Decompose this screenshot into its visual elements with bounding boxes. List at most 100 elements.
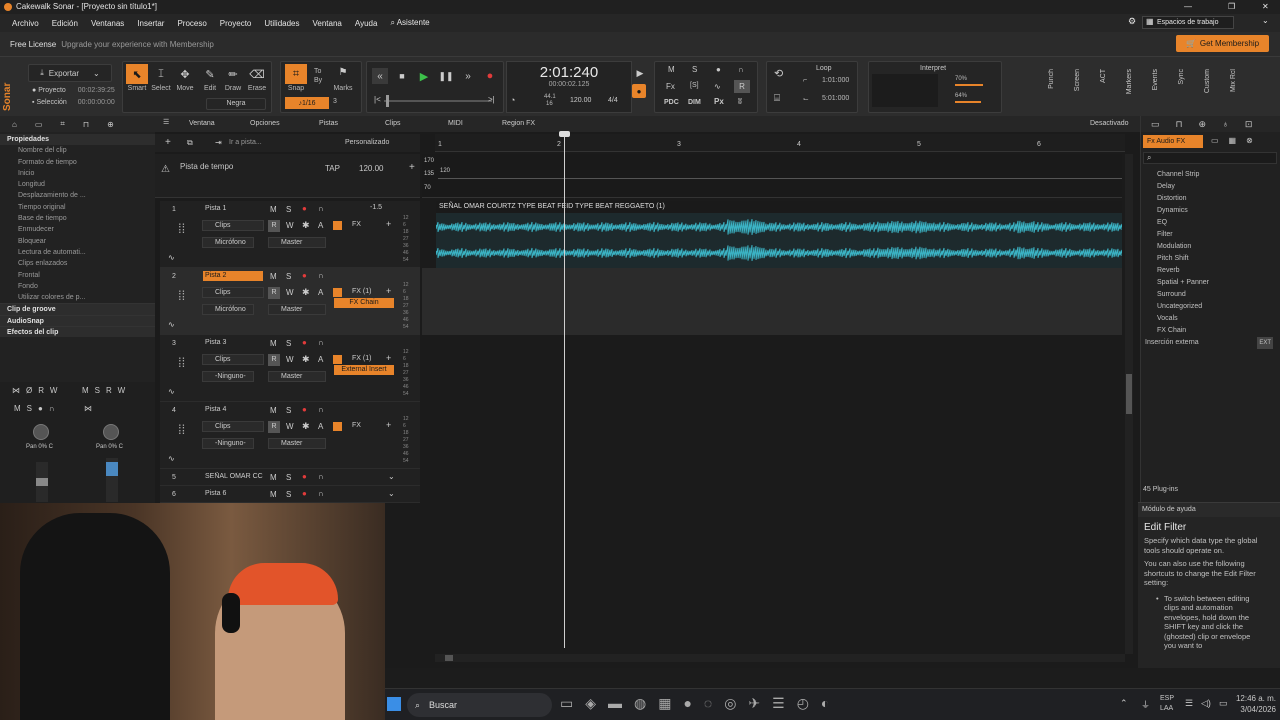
automation-icon[interactable]: A <box>318 221 323 230</box>
freeze-icon[interactable]: ✱ <box>302 354 310 365</box>
move-tool-icon[interactable]: ✥ <box>176 64 194 84</box>
rewind-button[interactable]: « <box>372 68 388 84</box>
side-module-screen[interactable]: Screen <box>1074 69 1081 91</box>
track-name[interactable]: Pista 6 <box>203 489 263 499</box>
inspector-tab-icon-2[interactable]: ▭ <box>35 120 43 129</box>
output-select[interactable]: Master <box>268 371 326 382</box>
plugin-category[interactable]: Spatial + Panner <box>1141 277 1280 289</box>
track-header[interactable]: 4 Pista 4 M S ● ∩ ⁞⁞ Clips R W ✱ A -Ninguno- Master FX… <box>160 402 420 469</box>
fx-bin-label[interactable]: FX <box>352 422 361 429</box>
loop-toggle-icon[interactable]: ⟲ <box>774 67 783 80</box>
tray-chevron-icon[interactable]: ⌃ <box>1120 698 1128 709</box>
inspector-item[interactable]: Base de tiempo <box>0 213 155 224</box>
mix-w-icon[interactable]: ʬ <box>738 97 742 106</box>
pause-button[interactable]: ❚❚ <box>438 68 454 84</box>
freeze-icon[interactable]: ✱ <box>302 421 310 432</box>
track-menu-pistas[interactable]: Pistas <box>319 120 338 127</box>
read-button[interactable]: R <box>268 220 280 232</box>
tempo-lane[interactable]: 170 135 70 120 <box>422 154 1122 198</box>
read-button[interactable]: R <box>268 421 280 433</box>
plugin-category[interactable]: Dynamics <box>1141 205 1280 217</box>
write-button[interactable]: W <box>286 422 294 431</box>
edit-filter-icon[interactable]: ∿ <box>168 253 175 262</box>
inspector-section-audiosnap[interactable]: AudioSnap <box>0 314 155 327</box>
menu-ventanas[interactable]: Ventanas <box>91 19 124 28</box>
loop-end[interactable]: 5:01:000 <box>822 95 849 102</box>
playhead[interactable] <box>564 134 565 648</box>
clips-select[interactable]: Clips <box>202 421 264 432</box>
menu-edicion[interactable]: Edición <box>52 19 78 28</box>
plugin-category[interactable]: Modulation <box>1141 241 1280 253</box>
monitor-headphones-icon[interactable]: ∩ <box>318 338 324 347</box>
inspector-item[interactable]: Bloquear <box>0 236 155 247</box>
monitor-headphones-icon[interactable]: ∩ <box>318 472 324 481</box>
automation-icon[interactable]: A <box>318 355 323 364</box>
clips-select[interactable]: Clips <box>202 354 264 365</box>
select-tool-icon[interactable]: 𝙸 <box>152 64 170 84</box>
tray-lang[interactable]: ESP <box>1160 695 1174 702</box>
track-menu-midi[interactable]: MIDI <box>448 120 463 127</box>
plugin-category[interactable]: EQ <box>1141 217 1280 229</box>
menu-proyecto[interactable]: Proyecto <box>220 19 252 28</box>
fx-bin-item[interactable]: External Insert <box>334 365 394 375</box>
inspector-tab-icon-5[interactable]: ⊕ <box>107 120 114 129</box>
chevron-down-icon[interactable]: ⌄ <box>1262 16 1269 25</box>
play-button[interactable]: ▶ <box>416 68 432 84</box>
menu-utilidades[interactable]: Utilidades <box>264 19 299 28</box>
clips-select[interactable]: Clips <box>202 287 264 298</box>
fader-a[interactable] <box>36 462 48 502</box>
loop-fit-icon[interactable]: ⌸ <box>774 93 780 104</box>
freeze-icon[interactable]: ✱ <box>302 287 310 298</box>
inspector-section-clipfx[interactable]: Efectos del clip <box>0 326 155 338</box>
input-select[interactable]: -Ninguno- <box>202 371 254 382</box>
inspector-heading[interactable]: Propiedades <box>0 134 155 146</box>
browser-search[interactable]: ⌕ <box>1143 152 1277 164</box>
inspector-item[interactable]: Frontal <box>0 270 155 281</box>
close-button[interactable]: ✕ <box>1262 0 1269 14</box>
mute-button[interactable]: M <box>270 490 277 499</box>
browser-more-icon[interactable]: ⊡ <box>1245 119 1253 130</box>
plugin-category[interactable]: Channel Strip <box>1141 169 1280 181</box>
solo-button[interactable]: S <box>286 205 291 214</box>
mix-fx[interactable]: Fx <box>666 82 675 91</box>
edit-filter-icon[interactable]: ∿ <box>168 454 175 463</box>
tap-button[interactable]: TAP <box>325 164 340 173</box>
side-module-custom[interactable]: Custom <box>1204 69 1211 93</box>
plugin-category[interactable]: Distortion <box>1141 193 1280 205</box>
freeze-icon[interactable]: ✱ <box>302 220 310 231</box>
custom-select[interactable]: Personalizado <box>345 139 389 146</box>
mix-record-dot-icon[interactable]: ● <box>716 65 721 74</box>
track-header[interactable]: 5 SEÑAL OMAR CC M S ● ∩ ⌄ <box>160 469 420 486</box>
inspector-item[interactable]: Enmudecer <box>0 224 155 235</box>
tempo-bpm[interactable]: 120.00 <box>359 164 383 173</box>
track-menu-regionfx[interactable]: Region FX <box>502 120 535 127</box>
vertical-scrollbar[interactable] <box>1125 154 1133 654</box>
mix-pdc[interactable]: PDC <box>664 99 679 106</box>
strip-phase-icon[interactable]: ⋈ <box>84 404 92 413</box>
inspector-item[interactable]: Tiempo original <box>0 202 155 213</box>
workspace-select[interactable]: Espacios de trabajo <box>1142 16 1234 29</box>
tray-mic-icon[interactable]: ⏚ <box>1141 698 1150 711</box>
track-name[interactable]: Pista 1 <box>203 204 263 214</box>
inspector-tab-icon-1[interactable]: ⌂ <box>12 120 17 129</box>
marks-icon[interactable]: ⚑ <box>336 65 350 79</box>
fx-power-icon[interactable] <box>333 355 342 364</box>
get-membership-button[interactable]: 🛒 Get Membership <box>1176 35 1269 52</box>
clock-time[interactable]: 12:46 a. m. <box>1230 694 1276 703</box>
solo-button[interactable]: S <box>286 406 291 415</box>
solo-button[interactable]: S <box>286 272 291 281</box>
input-select[interactable]: -Ninguno- <box>202 438 254 449</box>
track-toolbar-right[interactable]: Desactivado <box>1090 120 1129 127</box>
fast-forward-button[interactable]: » <box>460 68 476 84</box>
snap-value-select[interactable]: ♪ 1/16 <box>285 97 329 109</box>
expand-chevron-icon[interactable]: ⌄ <box>388 489 395 498</box>
inspector-section-groove[interactable]: Clip de groove <box>0 303 155 315</box>
write-button[interactable]: W <box>286 288 294 297</box>
stop-button[interactable]: ■ <box>394 68 410 84</box>
track-header[interactable]: 6 Pista 6 M S ● ∩ ⌄ <box>160 486 420 503</box>
volume-value[interactable]: -1.5 <box>370 204 382 211</box>
record-arm-icon[interactable]: ● <box>302 271 307 280</box>
inspector-item[interactable]: Longitud <box>0 179 155 190</box>
fx-add-icon[interactable]: + <box>386 420 391 430</box>
pan-knob-a[interactable] <box>33 424 49 440</box>
